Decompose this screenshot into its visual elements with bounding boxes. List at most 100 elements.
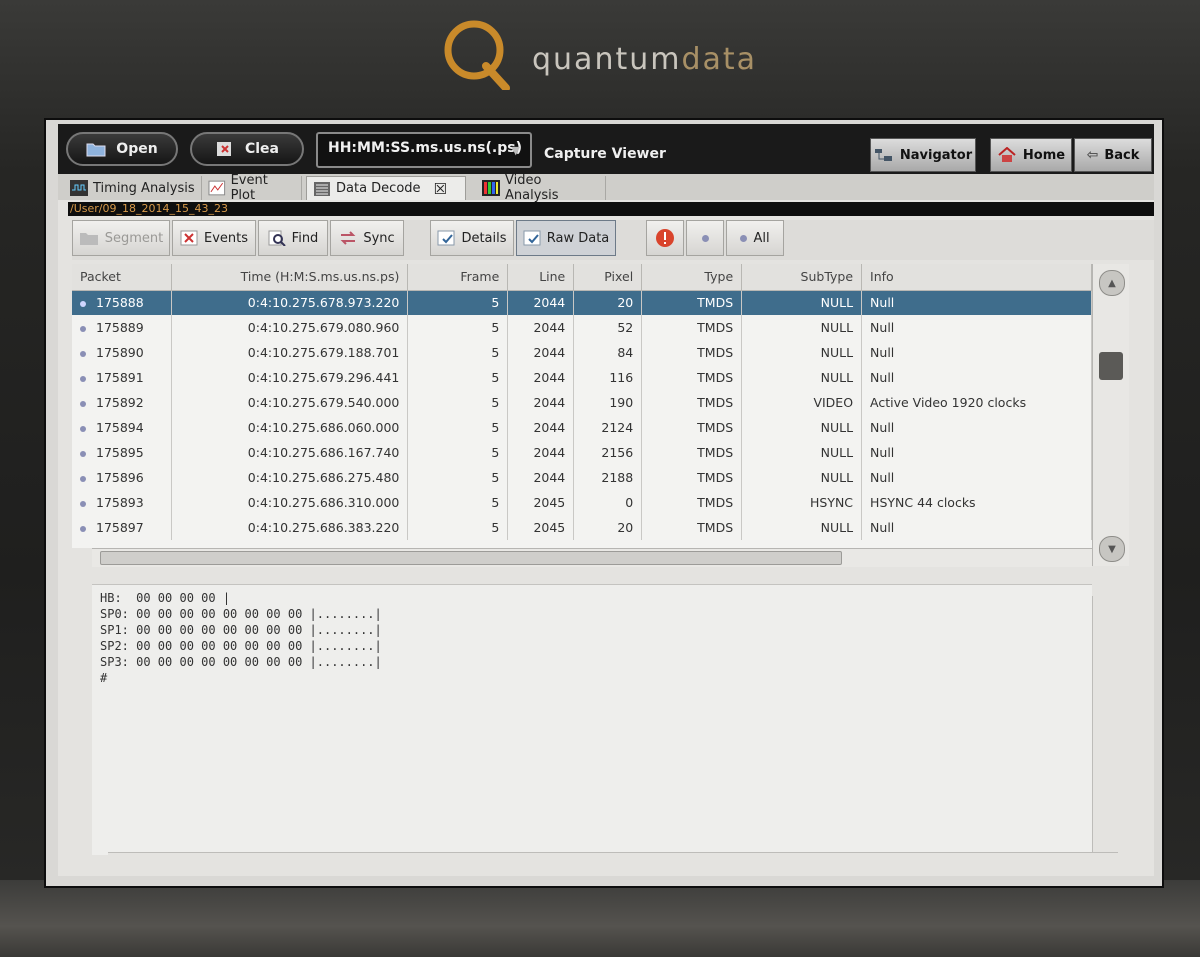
cell-line: 2044	[507, 365, 575, 390]
segment-button[interactable]: Segment	[72, 220, 170, 256]
table-row[interactable]: 175888 0:4:10.275.678.973.220 5 2044 20 TMDS N…	[72, 290, 1092, 315]
column-header-subtype[interactable]: SubType	[741, 264, 863, 291]
back-button[interactable]: ⇦ Back	[1074, 138, 1152, 172]
table-row[interactable]: 175897 0:4:10.275.686.383.220 5 2045 20 TMDS N…	[72, 515, 1092, 540]
column-header-time[interactable]: Time (H:M:S.ms.us.ns.ps)	[171, 264, 409, 291]
all-filter-button[interactable]: All	[726, 220, 784, 256]
cell-subtype: NULL	[741, 365, 863, 390]
raw-line: #	[100, 671, 108, 685]
cell-time: 0:4:10.275.679.296.441	[171, 365, 409, 390]
dot-icon	[80, 400, 86, 407]
table-row[interactable]: 175891 0:4:10.275.679.296.441 5 2044 116 TMDS…	[72, 365, 1092, 390]
cell-packet: 175889	[72, 315, 173, 340]
scroll-thumb[interactable]	[1099, 352, 1123, 380]
tab-bar: Timing Analysis Event Plot Data Decode ☒…	[58, 173, 1154, 203]
raw-data-button[interactable]: Raw Data	[516, 220, 616, 256]
table-horizontal-scrollbar[interactable]	[92, 548, 1092, 567]
table-row[interactable]: 175892 0:4:10.275.679.540.000 5 2044 190 TMDS…	[72, 390, 1092, 415]
scroll-down-icon[interactable]: ▼	[1099, 536, 1125, 562]
cell-line: 2044	[507, 340, 575, 365]
column-header-pixel[interactable]: Pixel	[573, 264, 643, 291]
clear-icon	[216, 142, 231, 156]
cell-type: TMDS	[641, 415, 743, 440]
time-format-select[interactable]: HH:MM:SS.ms.us.ns(.ps) ▼	[316, 132, 532, 168]
sync-button[interactable]: Sync	[330, 220, 404, 256]
cell-time: 0:4:10.275.686.383.220	[171, 515, 409, 540]
column-header-line[interactable]: Line	[507, 264, 575, 291]
navigator-icon	[874, 149, 892, 161]
brand-wordmark: quantumdata	[532, 42, 758, 77]
packet-id: 175894	[96, 420, 144, 435]
cell-frame: 5	[407, 415, 509, 440]
find-button[interactable]: Find	[258, 220, 328, 256]
cell-type: TMDS	[641, 290, 743, 315]
navigator-button[interactable]: Navigator	[870, 138, 976, 172]
device-screen: Open Clea HH:MM:SS.ms.us.ns(.ps) ▼ Captu…	[44, 118, 1164, 888]
cell-pixel: 2188	[573, 465, 643, 490]
close-tab-icon[interactable]: ☒	[434, 180, 447, 198]
alert-icon	[656, 229, 674, 247]
table-row[interactable]: 175890 0:4:10.275.679.188.701 5 2044 84 TMDS N…	[72, 340, 1092, 365]
table-row[interactable]: 175896 0:4:10.275.686.275.480 5 2044 2188 TMD…	[72, 465, 1092, 490]
table-vertical-scrollbar[interactable]: ▲ ▼	[1092, 264, 1129, 566]
column-header-packet[interactable]: Packet	[72, 264, 173, 291]
events-icon	[180, 230, 198, 246]
cell-info: Null	[861, 415, 1092, 440]
decode-toolbar: Segment Events Find Sync Details Raw Dat…	[72, 220, 1154, 260]
cell-subtype: NULL	[741, 315, 863, 340]
details-button[interactable]: Details	[430, 220, 514, 256]
raw-horizontal-scrollbar[interactable]	[108, 852, 1118, 869]
clear-button[interactable]: Clea	[190, 132, 304, 166]
cell-packet: 175895	[72, 440, 173, 465]
dot-icon	[80, 425, 86, 432]
table-row[interactable]: 175894 0:4:10.275.686.060.000 5 2044 2124 TMD…	[72, 415, 1092, 440]
cell-pixel: 2156	[573, 440, 643, 465]
cell-info: Null	[861, 440, 1092, 465]
column-header-type[interactable]: Type	[641, 264, 743, 291]
sync-icon	[340, 231, 356, 245]
events-button[interactable]: Events	[172, 220, 256, 256]
table-row[interactable]: 175889 0:4:10.275.679.080.960 5 2044 52 TMDS N…	[72, 315, 1092, 340]
brand-q-icon	[444, 20, 510, 90]
cell-time: 0:4:10.275.679.540.000	[171, 390, 409, 415]
scroll-up-icon[interactable]: ▲	[1099, 270, 1125, 296]
scroll-thumb[interactable]	[100, 551, 842, 565]
column-header-frame[interactable]: Frame	[407, 264, 509, 291]
raw-vertical-scrollbar[interactable]	[1092, 596, 1119, 858]
table-row[interactable]: 175895 0:4:10.275.686.167.740 5 2044 2156 TMD…	[72, 440, 1092, 465]
tab-event-plot[interactable]: Event Plot	[202, 173, 302, 203]
home-button[interactable]: Home	[990, 138, 1072, 172]
cell-info: Null	[861, 365, 1092, 390]
cell-time: 0:4:10.275.686.310.000	[171, 490, 409, 515]
column-header-info[interactable]: Info	[861, 264, 1092, 291]
open-button[interactable]: Open	[66, 132, 178, 166]
find-icon	[268, 230, 286, 246]
cell-line: 2044	[507, 465, 575, 490]
cell-packet: 175891	[72, 365, 173, 390]
tab-video-analysis[interactable]: Video Analysis	[476, 173, 606, 203]
cell-line: 2044	[507, 390, 575, 415]
packet-id: 175895	[96, 445, 144, 460]
packet-id: 175893	[96, 495, 144, 510]
data-decode-icon	[314, 181, 330, 196]
cell-type: TMDS	[641, 315, 743, 340]
dot-icon	[80, 325, 86, 332]
cell-pixel: 20	[573, 290, 643, 315]
capture-viewer-window: Open Clea HH:MM:SS.ms.us.ns(.ps) ▼ Captu…	[58, 124, 1154, 876]
packet-id: 175891	[96, 370, 144, 385]
cell-frame: 5	[407, 465, 509, 490]
raw-line: SP0: 00 00 00 00 00 00 00 00 |........|	[100, 607, 382, 621]
raw-line: SP1: 00 00 00 00 00 00 00 00 |........|	[100, 623, 382, 637]
table-row[interactable]: 175893 0:4:10.275.686.310.000 5 2045 0 TMDS HS…	[72, 490, 1092, 515]
cell-frame: 5	[407, 515, 509, 540]
cell-pixel: 190	[573, 390, 643, 415]
tab-data-decode[interactable]: Data Decode ☒	[306, 176, 466, 200]
errors-filter-button[interactable]	[646, 220, 684, 256]
cell-subtype: HSYNC	[741, 490, 863, 515]
cell-frame: 5	[407, 390, 509, 415]
filter-dot-button[interactable]	[686, 220, 724, 256]
cell-time: 0:4:10.275.686.275.480	[171, 465, 409, 490]
tab-timing-analysis[interactable]: Timing Analysis	[64, 176, 202, 200]
cell-line: 2044	[507, 415, 575, 440]
cell-info: HSYNC 44 clocks	[861, 490, 1092, 515]
